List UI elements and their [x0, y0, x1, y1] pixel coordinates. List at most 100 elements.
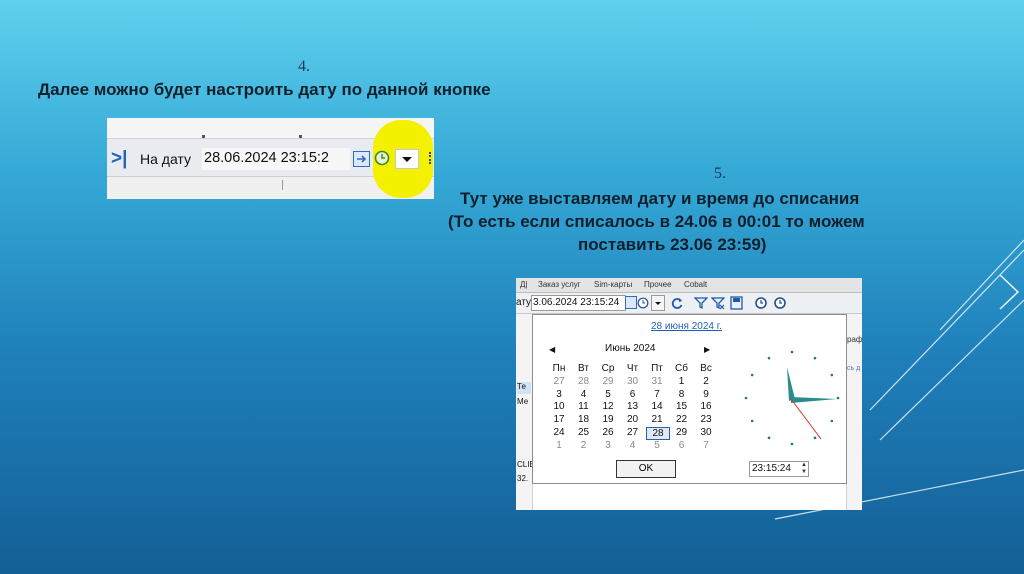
step-5-number: 5. [714, 165, 726, 182]
day-cell[interactable]: 16 [695, 401, 717, 412]
column-header-fragment: рафи [847, 335, 862, 344]
day-cell[interactable]: 27 [622, 427, 644, 438]
day-cell[interactable]: 29 [597, 376, 619, 387]
day-cell[interactable]: 30 [695, 427, 717, 438]
day-cell[interactable]: 27 [548, 376, 570, 387]
date-value: 28.06.2024 23:15:2 [204, 150, 329, 166]
step-5-line-1: Тут уже выставляем дату и время до списа… [460, 189, 860, 208]
tab-strip: Д| Заказ услуг Sim-карты Прочее Cobalt [516, 278, 862, 293]
day-cell[interactable]: 15 [671, 401, 693, 412]
save-icon[interactable] [730, 296, 743, 315]
day-cell[interactable]: 10 [548, 401, 570, 412]
day-cell[interactable]: 6 [622, 389, 644, 400]
today-link[interactable]: 28 июня 2024 г. [651, 321, 722, 332]
day-cell[interactable]: 29 [671, 427, 693, 438]
clock-hour-dot [790, 442, 794, 446]
day-cell[interactable]: 7 [695, 440, 717, 451]
day-cell[interactable]: 2 [573, 440, 595, 451]
day-cell[interactable]: 4 [573, 389, 595, 400]
day-cell[interactable]: 7 [646, 389, 668, 400]
prev-month-icon[interactable]: ◀ [549, 345, 555, 354]
day-cell[interactable]: 25 [573, 427, 595, 438]
calendar-arrow-icon[interactable] [353, 151, 370, 167]
date-value: 3.06.2024 23:15:24 [533, 297, 620, 308]
selected-day[interactable]: 28 [646, 427, 670, 440]
day-cell[interactable]: 22 [671, 414, 693, 425]
day-cell[interactable]: 5 [646, 440, 668, 451]
toolbar-row: ату 3.06.2024 23:15:24 [516, 293, 862, 314]
day-cell[interactable]: 3 [548, 389, 570, 400]
step-4-number: 4. [298, 58, 310, 75]
day-cell[interactable]: 5 [597, 389, 619, 400]
tab-fragment: Д| [520, 280, 528, 289]
hour-hand [787, 367, 795, 401]
day-cell[interactable]: 14 [646, 401, 668, 412]
divider [282, 180, 283, 190]
analog-clock [744, 350, 840, 446]
date-field[interactable]: 28.06.2024 23:15:2 [202, 148, 350, 170]
day-cell[interactable]: 31 [646, 376, 668, 387]
day-cell[interactable]: 13 [622, 401, 644, 412]
tick-mark [202, 135, 205, 138]
calendar-arrow-icon[interactable] [625, 296, 637, 309]
step-4-text: Далее можно будет настроить дату по данн… [38, 80, 491, 99]
day-cell[interactable]: 28 [573, 376, 595, 387]
day-cell[interactable]: 6 [671, 440, 693, 451]
toolbar-screenshot: >| На дату 28.06.2024 23:15:2 [107, 118, 434, 199]
tab-other[interactable]: Прочее [644, 280, 672, 289]
day-cell[interactable]: 8 [671, 389, 693, 400]
day-cell[interactable]: 4 [622, 440, 644, 451]
clock-hour-dot [744, 396, 748, 400]
tick-mark [299, 135, 302, 138]
day-cell[interactable]: 21 [646, 414, 668, 425]
month-title: Июнь 2024 [605, 343, 656, 354]
day-cell[interactable]: 11 [573, 401, 595, 412]
day-cell[interactable]: 18 [573, 414, 595, 425]
day-cell[interactable]: 3 [597, 440, 619, 451]
separator-grip [429, 152, 433, 164]
minute-hand [791, 397, 837, 403]
dropdown-arrow-icon[interactable] [651, 295, 665, 311]
filter-icon[interactable] [693, 296, 709, 315]
grid-cell: Те [517, 382, 531, 394]
clock-hour-dot [813, 436, 817, 440]
day-cell[interactable]: 20 [622, 414, 644, 425]
clock-hour-dot [830, 419, 834, 423]
column-header-fragment: сь д [847, 365, 861, 372]
day-cell[interactable]: 12 [597, 401, 619, 412]
day-cell[interactable]: 30 [622, 376, 644, 387]
collapse-chevron-icon[interactable]: >| [111, 148, 127, 170]
history-back-icon[interactable] [773, 296, 787, 315]
refresh-icon[interactable] [670, 296, 684, 315]
tab-cobalt[interactable]: Cobalt [684, 280, 707, 289]
weekday-header: Чт [626, 363, 639, 374]
history-icon[interactable] [754, 296, 768, 315]
day-grid: Пн Вт Ср Чт Пт Сб Вс 27 28 29 30 31 1 2 3 4 5 6 7 8 9 10 11 12 1… [548, 363, 718, 455]
time-field[interactable]: 23:15:24 ▲ ▼ [749, 461, 809, 477]
day-cell[interactable]: 23 [695, 414, 717, 425]
day-cell[interactable]: 9 [695, 389, 717, 400]
day-cell[interactable]: 26 [597, 427, 619, 438]
second-hand [790, 398, 822, 440]
clock-icon[interactable] [637, 296, 649, 314]
time-spinner-icon[interactable]: ▲ ▼ [801, 462, 807, 476]
clock-hour-dot [750, 419, 754, 423]
clock-hour-dot [767, 356, 771, 360]
day-cell[interactable]: 1 [671, 376, 693, 387]
weekday-header: Вс [700, 363, 712, 374]
day-cell[interactable]: 2 [695, 376, 717, 387]
clock-hour-dot [830, 373, 834, 377]
day-cell[interactable]: 19 [597, 414, 619, 425]
day-cell[interactable]: 1 [548, 440, 570, 451]
filter-clear-icon[interactable] [710, 296, 726, 315]
day-cell[interactable]: 17 [548, 414, 570, 425]
tab-sim[interactable]: Sim-карты [594, 280, 632, 289]
clock-icon[interactable] [374, 150, 390, 166]
tab-orders[interactable]: Заказ услуг [538, 280, 581, 289]
date-field[interactable]: 3.06.2024 23:15:24 [531, 295, 626, 311]
dropdown-arrow-icon[interactable] [395, 149, 419, 169]
ok-button[interactable]: OK [616, 460, 676, 478]
next-month-icon[interactable]: ▶ [704, 345, 710, 354]
day-cell[interactable]: 24 [548, 427, 570, 438]
weekday-header: Пт [651, 363, 663, 374]
